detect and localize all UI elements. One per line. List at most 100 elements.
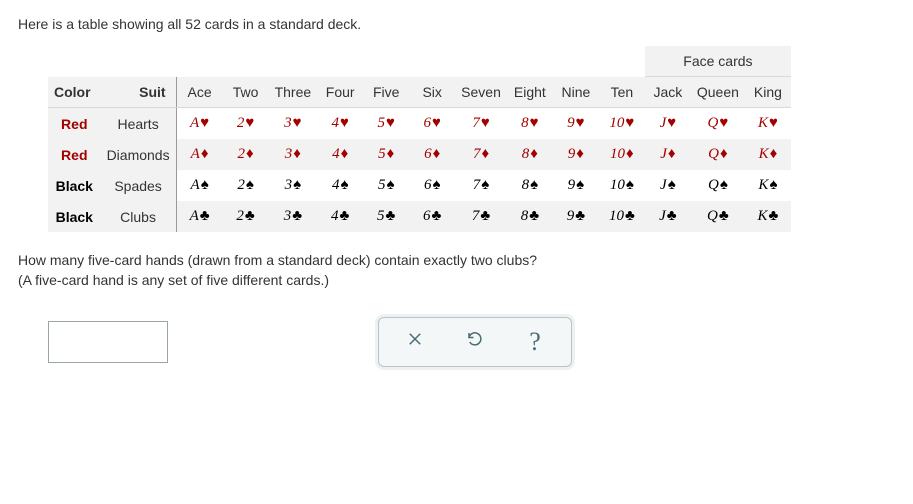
card-cell: 8♠ xyxy=(507,170,553,201)
card-rank: 2 xyxy=(237,115,245,131)
card-cell: 3♦ xyxy=(269,139,318,170)
card-rank: 8 xyxy=(521,115,529,131)
col-rank: Ten xyxy=(599,77,645,108)
card-rank: 8 xyxy=(522,146,530,162)
suit-pip-icon: ♥ xyxy=(667,115,676,132)
question-line2: (A five-card hand is any set of five dif… xyxy=(18,272,329,288)
suit-pip-icon: ♣ xyxy=(292,208,302,225)
col-rank: Four xyxy=(317,77,363,108)
card-rank: 3 xyxy=(284,208,292,224)
suit-pip-icon: ♠ xyxy=(293,177,301,194)
card-rank: 3 xyxy=(285,146,293,162)
row-color: Black xyxy=(48,170,101,201)
card-cell: 6♠ xyxy=(409,170,455,201)
card-rank: 5 xyxy=(377,115,385,131)
suit-pip-icon: ♥ xyxy=(200,115,209,132)
card-cell: 9♥ xyxy=(553,108,599,140)
suit-pip-icon: ♣ xyxy=(480,208,490,225)
card-cell: J♦ xyxy=(645,139,691,170)
card-cell: J♣ xyxy=(645,201,691,232)
suit-pip-icon: ♠ xyxy=(576,177,584,194)
intro-text: Here is a table showing all 52 cards in … xyxy=(18,16,895,32)
suit-pip-icon: ♣ xyxy=(769,208,779,225)
suit-pip-icon: ♠ xyxy=(668,177,676,194)
card-rank: J xyxy=(660,177,667,193)
card-rank: A xyxy=(191,146,200,162)
row-suit: Clubs xyxy=(101,201,177,232)
card-cell: 10♦ xyxy=(599,139,645,170)
card-rank: 3 xyxy=(285,177,293,193)
card-rank: 9 xyxy=(568,177,576,193)
face-cards-header: Face cards xyxy=(645,46,791,77)
card-rank: 7 xyxy=(473,177,481,193)
card-rank: 6 xyxy=(423,115,431,131)
suit-pip-icon: ♠ xyxy=(386,177,394,194)
suit-pip-icon: ♣ xyxy=(200,208,210,225)
card-rank: 10 xyxy=(609,115,624,131)
suit-pip-icon: ♥ xyxy=(719,115,728,132)
card-rank: 6 xyxy=(424,177,432,193)
suit-pip-icon: ♥ xyxy=(245,115,254,132)
suit-pip-icon: ♥ xyxy=(386,115,395,132)
card-cell: Q♣ xyxy=(691,201,745,232)
card-cell: 9♦ xyxy=(553,139,599,170)
card-rank: A xyxy=(190,115,199,131)
suit-pip-icon: ♣ xyxy=(340,208,350,225)
suit-pip-icon: ♦ xyxy=(201,146,209,163)
card-rank: 2 xyxy=(237,177,245,193)
suit-pip-icon: ♣ xyxy=(625,208,635,225)
card-cell: 9♣ xyxy=(553,201,599,232)
card-cell: 6♦ xyxy=(409,139,455,170)
suit-pip-icon: ♠ xyxy=(246,177,254,194)
card-rank: 2 xyxy=(238,146,246,162)
card-cell: 4♣ xyxy=(317,201,363,232)
card-cell: 3♣ xyxy=(269,201,318,232)
clear-button[interactable] xyxy=(385,324,445,360)
card-cell: Q♠ xyxy=(691,170,745,201)
card-cell: 10♥ xyxy=(599,108,645,140)
card-cell: Q♥ xyxy=(691,108,745,140)
suit-pip-icon: ♦ xyxy=(433,146,441,163)
card-cell: 7♦ xyxy=(455,139,507,170)
suit-pip-icon: ♦ xyxy=(246,146,254,163)
row-color: Red xyxy=(48,108,101,140)
card-cell: 9♠ xyxy=(553,170,599,201)
suit-pip-icon: ♠ xyxy=(626,177,634,194)
card-cell: 8♣ xyxy=(507,201,553,232)
card-rank: Q xyxy=(708,146,719,162)
suit-pip-icon: ♣ xyxy=(575,208,585,225)
answer-input[interactable] xyxy=(48,321,168,363)
col-rank: Six xyxy=(409,77,455,108)
suit-pip-icon: ♥ xyxy=(432,115,441,132)
row-suit: Spades xyxy=(101,170,177,201)
card-rank: 6 xyxy=(424,146,432,162)
card-rank: 4 xyxy=(332,146,340,162)
card-cell: K♣ xyxy=(745,201,791,232)
card-rank: 9 xyxy=(567,115,575,131)
card-cell: A♥ xyxy=(176,108,223,140)
undo-icon xyxy=(466,330,484,354)
help-button[interactable]: ? xyxy=(505,324,565,360)
table-row: BlackClubsA♣2♣3♣4♣5♣6♣7♣8♣9♣10♣J♣Q♣K♣ xyxy=(48,201,791,232)
col-rank: Nine xyxy=(553,77,599,108)
suit-pip-icon: ♥ xyxy=(769,115,778,132)
card-cell: 7♥ xyxy=(455,108,507,140)
suit-pip-icon: ♠ xyxy=(720,177,728,194)
suit-pip-icon: ♣ xyxy=(667,208,677,225)
card-rank: 8 xyxy=(521,208,529,224)
suit-pip-icon: ♥ xyxy=(576,115,585,132)
suit-pip-icon: ♣ xyxy=(386,208,396,225)
col-color: Color xyxy=(48,77,101,108)
card-cell: 10♣ xyxy=(599,201,645,232)
suit-pip-icon: ♣ xyxy=(529,208,539,225)
card-rank: 10 xyxy=(609,208,624,224)
suit-pip-icon: ♦ xyxy=(530,146,538,163)
action-button-group: ? xyxy=(378,317,572,367)
col-rank: King xyxy=(745,77,791,108)
suit-pip-icon: ♣ xyxy=(719,208,729,225)
card-rank: 8 xyxy=(522,177,530,193)
card-rank: J xyxy=(659,208,666,224)
reset-button[interactable] xyxy=(445,324,505,360)
card-cell: 4♦ xyxy=(317,139,363,170)
card-rank: 5 xyxy=(377,208,385,224)
